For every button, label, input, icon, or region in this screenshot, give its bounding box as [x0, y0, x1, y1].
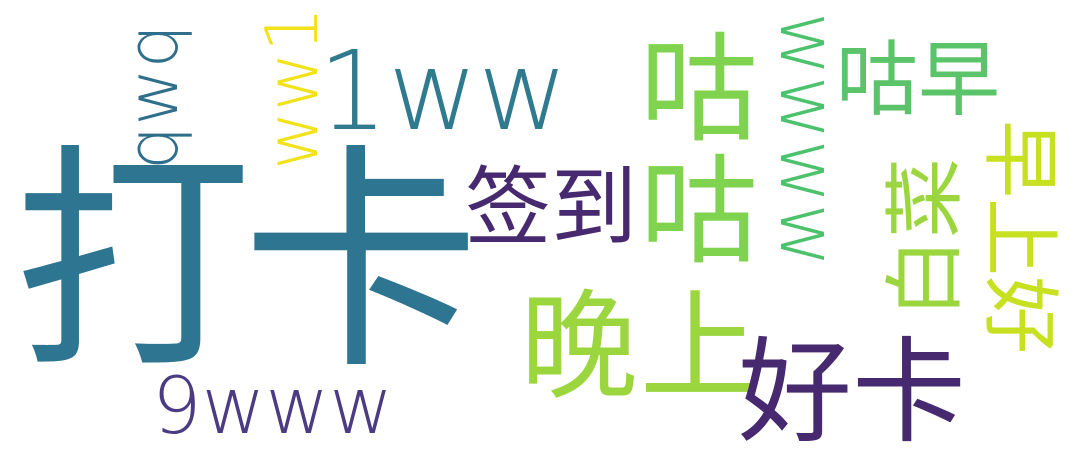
word-qwq: qwq: [112, 23, 194, 170]
word-daka: 打卡: [14, 125, 480, 402]
word-qiandao: 签到: [465, 158, 637, 258]
word-haoka: 好卡: [738, 326, 967, 459]
word-1ww: 1ww: [318, 27, 568, 155]
word-zaoshang: 早上好: [974, 120, 1064, 355]
word-cloud: 打卡 1ww ww1 qwq 签到 咕咕 wwww 咕早 晚上 好卡 9www …: [0, 0, 1080, 463]
word-wanshang: 晚上: [520, 278, 761, 416]
word-guzao: 咕早: [836, 33, 1001, 128]
word-ww1: ww1: [250, 6, 334, 170]
word-9www: 9www: [152, 362, 394, 452]
word-baicai: 白菜: [879, 158, 972, 318]
word-wwww: wwww: [762, 12, 852, 268]
word-gugu: 咕咕: [640, 21, 759, 281]
